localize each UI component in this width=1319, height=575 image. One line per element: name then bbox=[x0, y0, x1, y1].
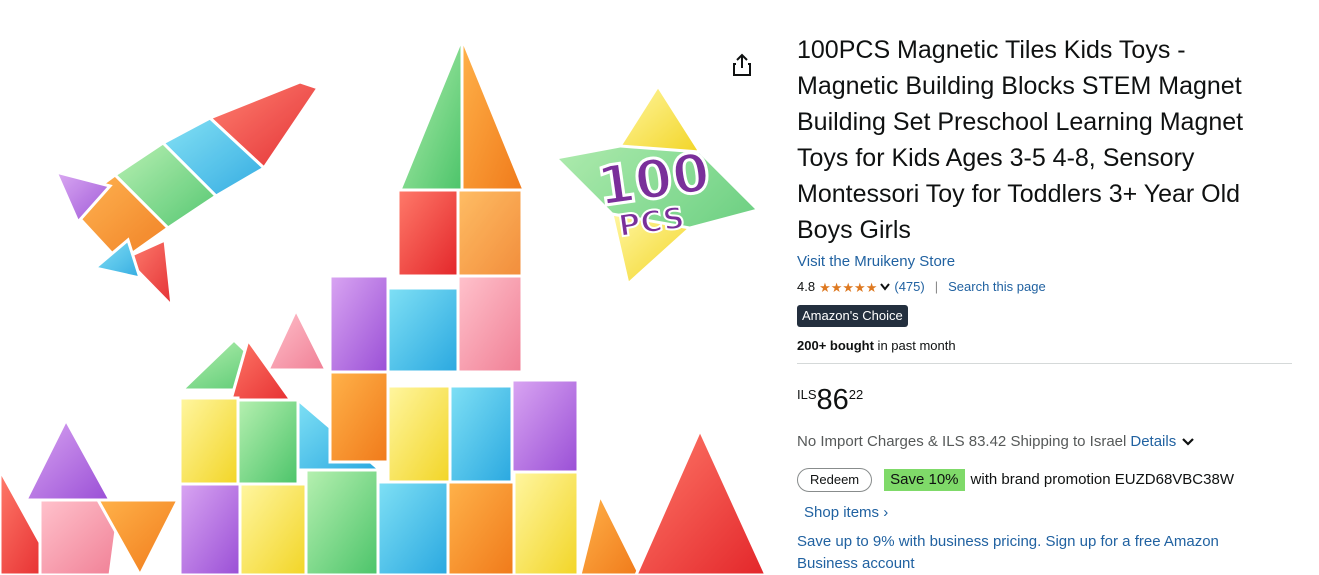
star-icon: ★ bbox=[842, 279, 855, 295]
business-pricing-link[interactable]: Save up to 9% with business pricing. Sig… bbox=[797, 531, 1277, 575]
product-title: 100PCS Magnetic Tiles Kids Toys - Magnet… bbox=[797, 36, 1244, 244]
search-page-link[interactable]: Search this page bbox=[948, 278, 1046, 296]
chevron-down-icon[interactable] bbox=[1181, 437, 1195, 447]
star-icon: ★ bbox=[854, 279, 866, 295]
bought-count: 200+ bought in past month bbox=[797, 337, 1297, 355]
price: ILS 86 22 bbox=[797, 384, 1297, 415]
shop-items-link[interactable]: Shop items › bbox=[804, 503, 888, 523]
redeem-button[interactable]: Redeem bbox=[797, 468, 873, 492]
magnetic-tiles-illustration: 100 PCS bbox=[0, 37, 768, 575]
store-link[interactable]: Visit the Mruikeny Store bbox=[797, 252, 1297, 272]
divider bbox=[797, 363, 1292, 364]
product-info: 100PCS Magnetic Tiles Kids Toys - Magnet… bbox=[797, 32, 1297, 575]
promotion-row: Redeem Save 10% with brand promotion EUZ… bbox=[797, 468, 1297, 492]
rating-value: 4.8 bbox=[797, 279, 816, 294]
star-icon: ★ bbox=[830, 279, 843, 295]
star-rating[interactable]: ★ ★ ★ ★ ★ bbox=[819, 281, 877, 294]
share-button[interactable] bbox=[728, 50, 756, 80]
share-icon bbox=[733, 53, 751, 76]
review-count-link[interactable]: (475) bbox=[894, 278, 924, 296]
bought-count-rest: in past month bbox=[873, 338, 956, 353]
price-whole: 86 bbox=[816, 384, 849, 416]
shipping-text: No Import Charges & ILS 83.42 Shipping t… bbox=[797, 433, 1127, 450]
save-badge: Save 10% bbox=[884, 469, 965, 491]
chevron-down-icon[interactable] bbox=[879, 282, 891, 292]
price-currency: ILS bbox=[797, 387, 817, 402]
amazons-choice-badge[interactable]: Amazon's Choice bbox=[797, 305, 908, 327]
star-icon: ★ bbox=[819, 279, 831, 295]
star-icon: ★ bbox=[865, 279, 878, 295]
bought-count-bold: 200+ bought bbox=[797, 338, 874, 353]
promotion-text: with brand promotion EUZD68VBC38W bbox=[970, 471, 1234, 488]
shipping-info: No Import Charges & ILS 83.42 Shipping t… bbox=[797, 432, 1297, 452]
shipping-details-link[interactable]: Details bbox=[1130, 432, 1176, 452]
price-fraction: 22 bbox=[848, 387, 864, 402]
separator: | bbox=[934, 279, 939, 294]
rating-row: 4.8 ★ ★ ★ ★ ★ (475) | Search this page bbox=[797, 278, 1297, 296]
product-image[interactable]: 100 PCS bbox=[0, 0, 770, 575]
